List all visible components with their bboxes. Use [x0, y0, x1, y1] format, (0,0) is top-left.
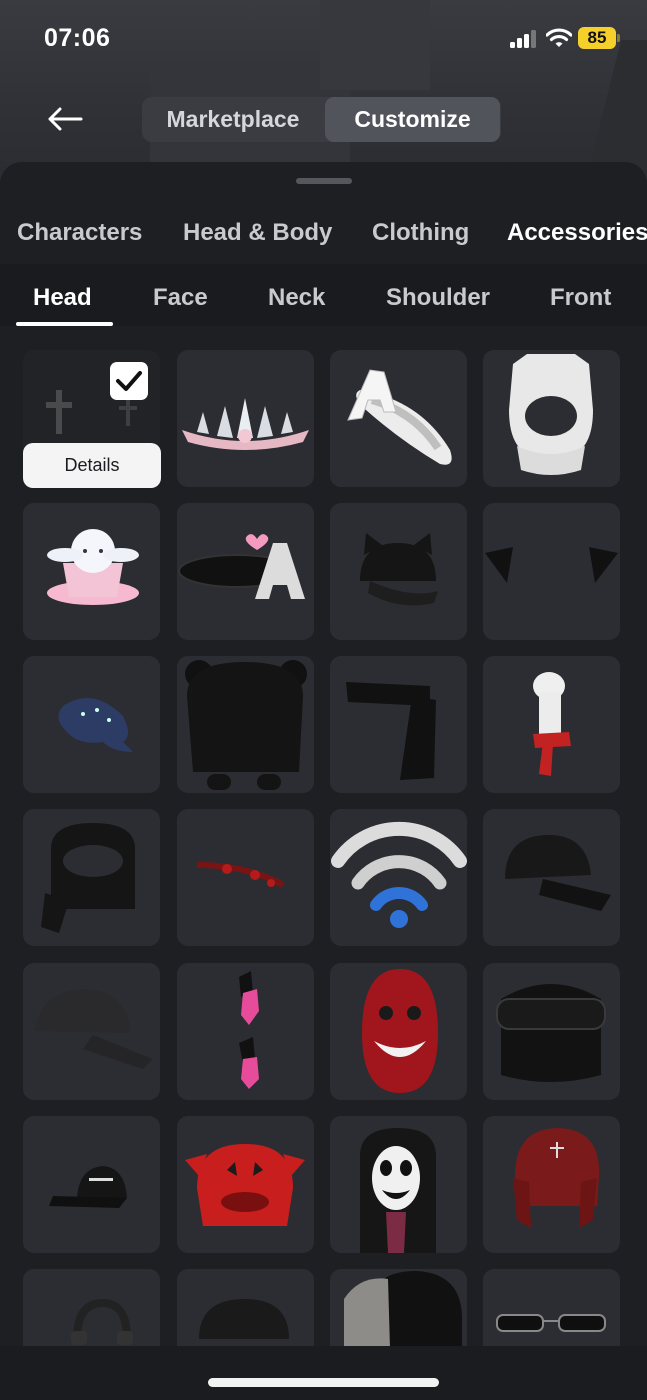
red-cat-beanie-icon [185, 1144, 305, 1226]
wifi-icon [546, 28, 572, 47]
battery-tip [617, 34, 620, 42]
details-button[interactable]: Details [23, 443, 161, 488]
item-tile[interactable] [23, 656, 160, 793]
status-time: 07:06 [44, 24, 111, 52]
mode-segmented-control: Marketplace Customize [142, 97, 501, 142]
tab-head-body[interactable]: Head & Body [183, 219, 332, 247]
drag-handle[interactable] [296, 178, 352, 184]
item-tile[interactable] [177, 809, 314, 946]
subcategory-tabs: Head Face Neck Shoulder Front [0, 264, 647, 326]
red-thorn-headband-icon [196, 862, 285, 888]
tab-characters[interactable]: Characters [17, 219, 142, 247]
wifi-headband-icon [331, 821, 467, 928]
category-tabs: Characters Head & Body Clothing Accessor… [0, 202, 647, 264]
black-scarf-icon [346, 682, 436, 780]
white-hood-icon [509, 354, 593, 475]
pink-tears-icon [239, 971, 259, 1089]
red-shark-hood-icon [362, 969, 438, 1093]
item-tile[interactable] [177, 503, 314, 640]
ski-mask-goggles-icon [496, 984, 606, 1082]
battery-indicator: 85 [578, 27, 616, 49]
item-tile[interactable] [23, 809, 160, 946]
item-tile[interactable] [177, 1116, 314, 1253]
roblox-cap-icon [49, 1166, 127, 1208]
item-tile[interactable] [483, 503, 620, 640]
bottom-bar [0, 1346, 647, 1400]
cat-ear-cap-icon [360, 533, 438, 606]
item-tile[interactable] [23, 1116, 160, 1253]
subtab-neck[interactable]: Neck [268, 284, 325, 312]
item-tile[interactable] [483, 963, 620, 1100]
status-bar: 07:06 85 [0, 0, 647, 80]
checkmark-icon [116, 371, 142, 391]
item-tile[interactable] [330, 503, 467, 640]
black-cap-icon [505, 835, 611, 911]
arrow-left-icon [48, 107, 83, 131]
home-indicator[interactable] [208, 1378, 439, 1387]
black-horns-icon [485, 547, 618, 583]
item-tile[interactable] [330, 656, 467, 793]
active-subtab-indicator [16, 322, 113, 326]
item-tile[interactable] [177, 656, 314, 793]
tab-clothing[interactable]: Clothing [372, 219, 469, 247]
black-balaclava-icon [41, 823, 135, 933]
bunny-teacup-icon [47, 529, 139, 605]
cellular-signal-icon [510, 30, 540, 48]
tab-accessories[interactable]: Accessories [507, 219, 647, 247]
segment-customize[interactable]: Customize [325, 97, 500, 142]
selected-checkbox[interactable] [110, 362, 148, 400]
scary-face-mask-icon [360, 1128, 436, 1253]
item-tile[interactable] [23, 963, 160, 1100]
subtab-head[interactable]: Head [33, 284, 92, 312]
letter-a-clip-icon [347, 369, 452, 465]
subtab-face[interactable]: Face [153, 284, 208, 312]
item-tile[interactable] [330, 963, 467, 1100]
spiked-tiara-icon [182, 398, 309, 450]
subtab-shoulder[interactable]: Shoulder [386, 284, 490, 312]
back-button[interactable] [40, 98, 90, 140]
black-clip-letter-a-icon [178, 534, 305, 599]
item-tile[interactable] [177, 350, 314, 487]
subtab-front[interactable]: Front [550, 284, 611, 312]
whale-hat-icon [58, 698, 133, 752]
item-tile[interactable] [330, 1116, 467, 1253]
item-tile[interactable] [483, 1116, 620, 1253]
denim-cap-icon [35, 989, 153, 1069]
segment-marketplace[interactable]: Marketplace [142, 97, 324, 142]
item-tile[interactable] [483, 809, 620, 946]
item-tile[interactable] [330, 809, 467, 946]
item-tile[interactable] [330, 350, 467, 487]
item-tile[interactable] [483, 350, 620, 487]
bear-hood-icon [185, 660, 307, 790]
red-trapper-hat-icon [513, 1128, 600, 1228]
item-tile[interactable] [483, 656, 620, 793]
llama-scarf-icon [533, 672, 571, 776]
item-tile[interactable] [23, 503, 160, 640]
item-tile[interactable] [177, 963, 314, 1100]
